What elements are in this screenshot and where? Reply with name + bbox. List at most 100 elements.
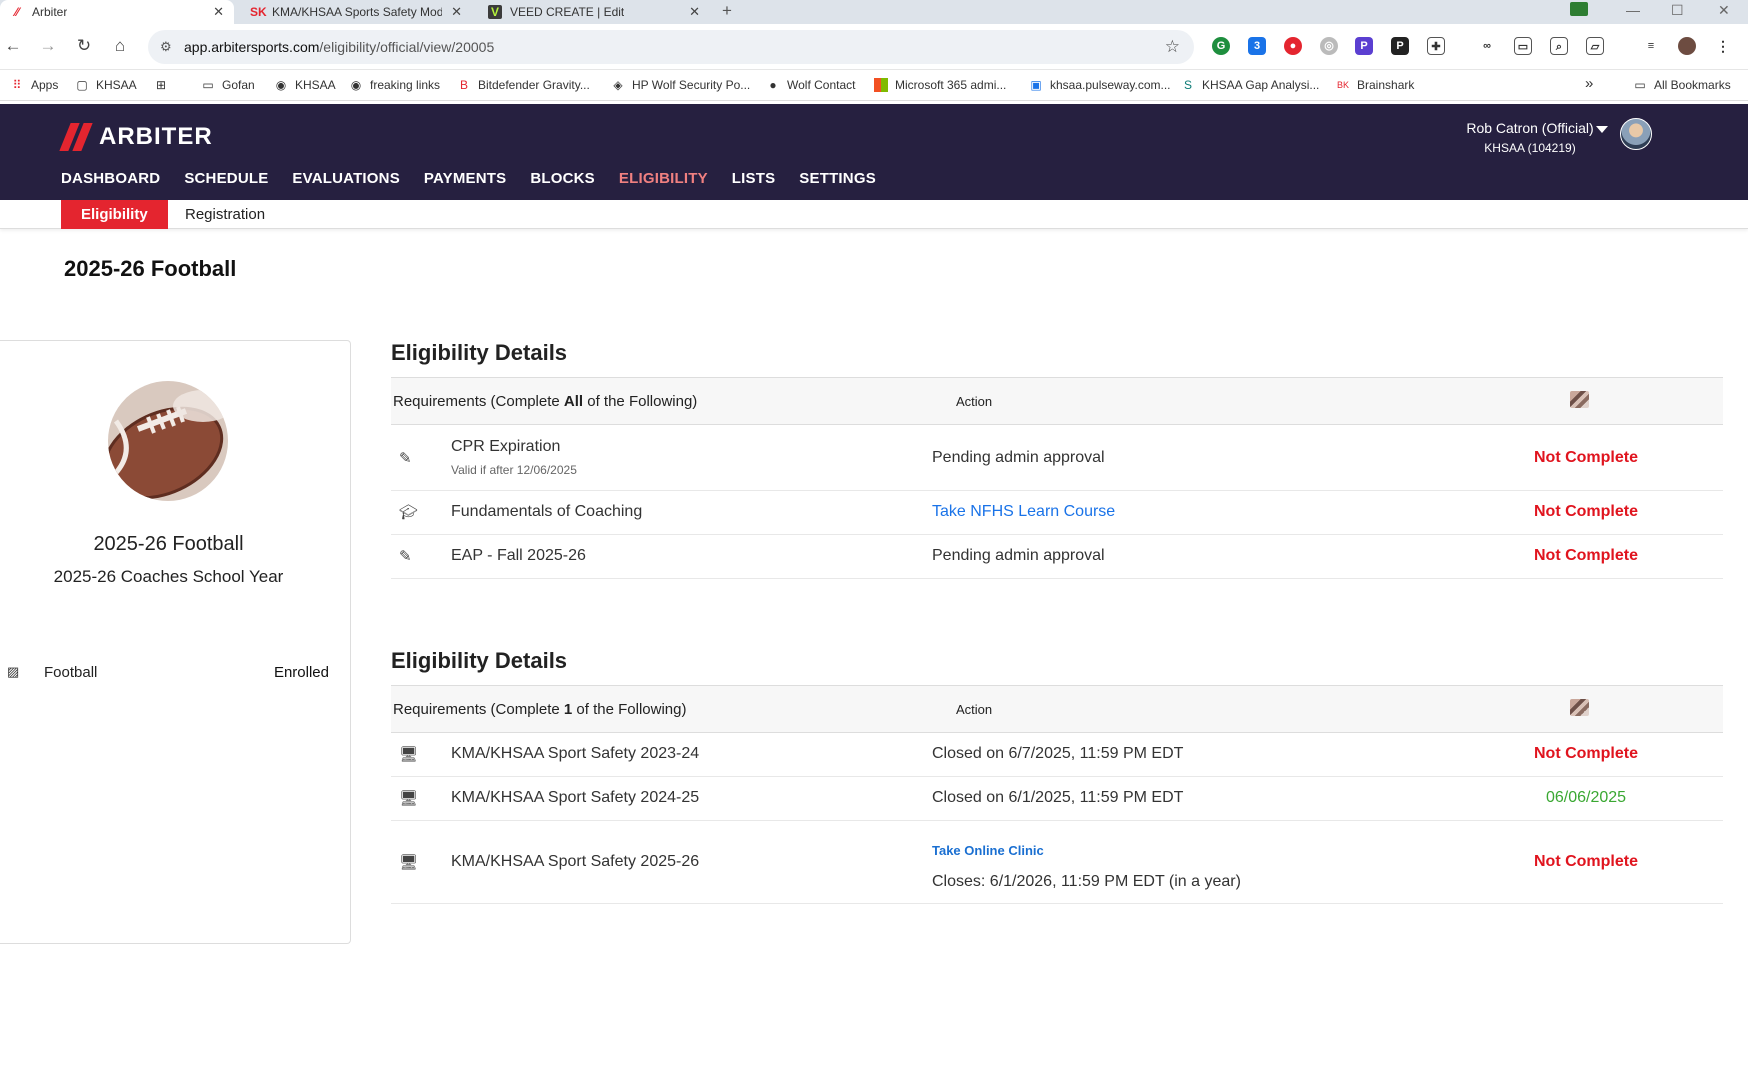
bookmarks-bar: ⠿ Apps ▢ KHSAA ⊞ ▭ Gofan ◉ KHSAA ◉ freaking l… — [0, 70, 1748, 101]
profile-card: 2025-26 Football 2025-26 Coaches School … — [0, 340, 351, 944]
red-extension-icon[interactable]: ● — [1284, 37, 1302, 55]
sharepoint-icon: S — [1183, 78, 1192, 92]
action-header: Action — [956, 394, 993, 409]
folder-icon: ▭ — [202, 78, 214, 92]
action-header: Action — [956, 702, 993, 717]
cast-icon[interactable]: ▱ — [1586, 37, 1604, 55]
minimize-icon[interactable]: — — [1626, 0, 1640, 20]
address-bar[interactable]: ⚙ app.arbitersports.com/eligibility/offi… — [148, 30, 1194, 64]
all-bookmarks[interactable]: ▭ All Bookmarks — [1633, 78, 1730, 92]
nav-schedule[interactable]: SCHEDULE — [184, 170, 268, 187]
edit-icon: ✎ — [399, 450, 412, 467]
extension-badge-icon[interactable]: 3 — [1248, 37, 1266, 55]
bookmark-pulseway[interactable]: ▣ khsaa.pulseway.com... — [1029, 78, 1170, 92]
requirement-valid-date: Valid if after 12/06/2025 — [451, 463, 577, 477]
image-icon: ▨ — [7, 664, 20, 679]
maximize-icon[interactable]: ☐ — [1671, 0, 1684, 20]
close-window-icon[interactable]: ✕ — [1718, 0, 1730, 20]
table-row: ✎ CPR Expiration Valid if after 12/06/20… — [391, 425, 1723, 491]
take-online-clinic-link[interactable]: Take Online Clinic — [932, 843, 1044, 858]
table-header: Requirements (Complete 1 of the Followin… — [391, 686, 1723, 733]
status-badge: Not Complete — [1534, 853, 1638, 870]
pulseway-icon: ▣ — [1030, 78, 1042, 92]
purple-extension-icon[interactable]: P — [1355, 37, 1373, 55]
table-row: 🎓︎ Fundamentals of Coaching Take NFHS Le… — [391, 491, 1723, 535]
link-icon[interactable]: ∞ — [1478, 37, 1496, 55]
browser-tab-kma[interactable]: SK KMA/KHSAA Sports Safety Mod ✕ — [240, 0, 472, 24]
bookmark-wolf-contact[interactable]: ● Wolf Contact — [766, 78, 855, 92]
take-nfhs-course-link[interactable]: Take NFHS Learn Course — [932, 503, 1115, 521]
status-badge: Not Complete — [1534, 449, 1638, 466]
tab-registration[interactable]: Registration — [165, 200, 285, 229]
requirement-name: CPR Expiration — [451, 438, 561, 455]
bookmark-khsaa-2[interactable]: ◉ KHSAA — [274, 78, 336, 92]
close-tab-icon[interactable]: ✕ — [451, 4, 462, 20]
sport-status: Enrolled — [273, 664, 329, 681]
bookmark-apps[interactable]: ⠿ Apps — [10, 78, 59, 92]
requirements-table: Requirements (Complete 1 of the Followin… — [391, 685, 1723, 904]
nav-dashboard[interactable]: DASHBOARD — [61, 170, 160, 187]
section-heading: Eligibility Details — [391, 340, 568, 365]
site-info-icon[interactable]: ⚙ — [160, 39, 172, 55]
requirement-action: Pending admin approval — [932, 449, 1105, 466]
bookmark-khsaa[interactable]: ▢ KHSAA — [75, 78, 136, 92]
media-controls-icon[interactable]: ≡ — [1642, 37, 1660, 55]
p-extension-icon[interactable]: P — [1391, 37, 1409, 55]
avatar[interactable] — [1620, 118, 1652, 150]
nav-eligibility[interactable]: ELIGIBILITY — [619, 170, 708, 187]
arbiter-logo[interactable]: ARBITER — [59, 123, 213, 151]
back-icon[interactable]: ← — [2, 36, 24, 56]
bookmark-star-icon[interactable]: ☆ — [1165, 37, 1180, 57]
menu-kebab-icon[interactable]: ⋮ — [1714, 37, 1732, 55]
search-tab-icon[interactable]: ⌕ — [1550, 37, 1568, 55]
sk-favicon-icon: SK — [250, 5, 267, 19]
tab-eligibility[interactable]: Eligibility — [61, 200, 168, 229]
profile-avatar-icon[interactable] — [1678, 37, 1696, 55]
close-tab-icon[interactable]: ✕ — [689, 4, 700, 20]
reload-icon[interactable]: ↻ — [73, 36, 95, 56]
close-tab-icon[interactable]: ✕ — [213, 4, 224, 20]
browser-tab-veed[interactable]: V VEED CREATE | Edit ✕ — [478, 0, 710, 24]
browser-tab-bar: ⁄⁄ Arbiter ✕ SK KMA/KHSAA Sports Safety … — [0, 0, 1748, 24]
nav-blocks[interactable]: BLOCKS — [530, 170, 595, 187]
completion-date-badge: 06/06/2025 — [1545, 789, 1627, 806]
app-header: ARBITER DASHBOARD SCHEDULE EVALUATIONS P… — [0, 104, 1748, 200]
extensions-puzzle-icon[interactable]: ✚ — [1427, 37, 1445, 55]
bookmark-brainshark[interactable]: BK Brainshark — [1336, 78, 1414, 92]
edit-icon: ✎ — [399, 548, 412, 565]
bookmark-gap-analysis[interactable]: S KHSAA Gap Analysi... — [1181, 78, 1319, 92]
bookmark-grid[interactable]: ⊞ — [154, 78, 175, 92]
bookmark-freaking-links[interactable]: ◉ freaking links — [349, 78, 440, 92]
requirements-table: Requirements (Complete All of the Follow… — [391, 377, 1723, 579]
bitdefender-icon: B — [459, 78, 468, 92]
browser-tab-arbiter[interactable]: ⁄⁄ Arbiter ✕ — [0, 0, 234, 24]
extension-badge-icon[interactable] — [1570, 2, 1588, 16]
browser-toolbar: ← → ↻ ⌂ ⚙ app.arbitersports.com/eligibil… — [0, 24, 1748, 70]
requirement-name: KMA/KHSAA Sport Safety 2025-26 — [451, 853, 700, 870]
nav-settings[interactable]: SETTINGS — [799, 170, 876, 187]
bookmark-gofan[interactable]: ▭ Gofan — [201, 78, 254, 92]
nav-payments[interactable]: PAYMENTS — [424, 170, 506, 187]
more-bookmarks-button[interactable]: » — [1585, 75, 1593, 92]
home-icon[interactable]: ⌂ — [109, 36, 131, 56]
devices-icon[interactable]: ▭ — [1514, 37, 1532, 55]
bookmark-hp-wolf[interactable]: ◈ HP Wolf Security Po... — [611, 78, 750, 92]
monitor-icon: 🖥︎ — [399, 854, 419, 871]
page-title: 2025-26 Football — [64, 256, 237, 281]
logo-text: ARBITER — [99, 123, 213, 150]
extension-badge-count: 3 — [1253, 40, 1261, 52]
new-tab-button[interactable]: + — [722, 0, 732, 22]
forward-icon[interactable]: → — [37, 36, 59, 56]
requirement-name: Fundamentals of Coaching — [451, 503, 643, 520]
grammarly-icon[interactable]: G — [1212, 37, 1230, 55]
nav-evaluations[interactable]: EVALUATIONS — [292, 170, 399, 187]
bookmark-bitdefender[interactable]: B Bitdefender Gravity... — [457, 78, 590, 92]
user-menu[interactable]: Rob Catron (Official) KHSAA (104219) — [1455, 120, 1605, 155]
chevron-down-icon[interactable] — [1596, 126, 1608, 133]
wolf-contact-icon: ● — [769, 78, 777, 92]
bookmark-microsoft-365[interactable]: Microsoft 365 admi... — [874, 78, 1006, 92]
nav-lists[interactable]: LISTS — [732, 170, 776, 187]
requirement-name: KMA/KHSAA Sport Safety 2024-25 — [451, 789, 700, 806]
chat-extension-icon[interactable]: ◎ — [1320, 37, 1338, 55]
main-nav: DASHBOARD SCHEDULE EVALUATIONS PAYMENTS … — [61, 170, 900, 187]
